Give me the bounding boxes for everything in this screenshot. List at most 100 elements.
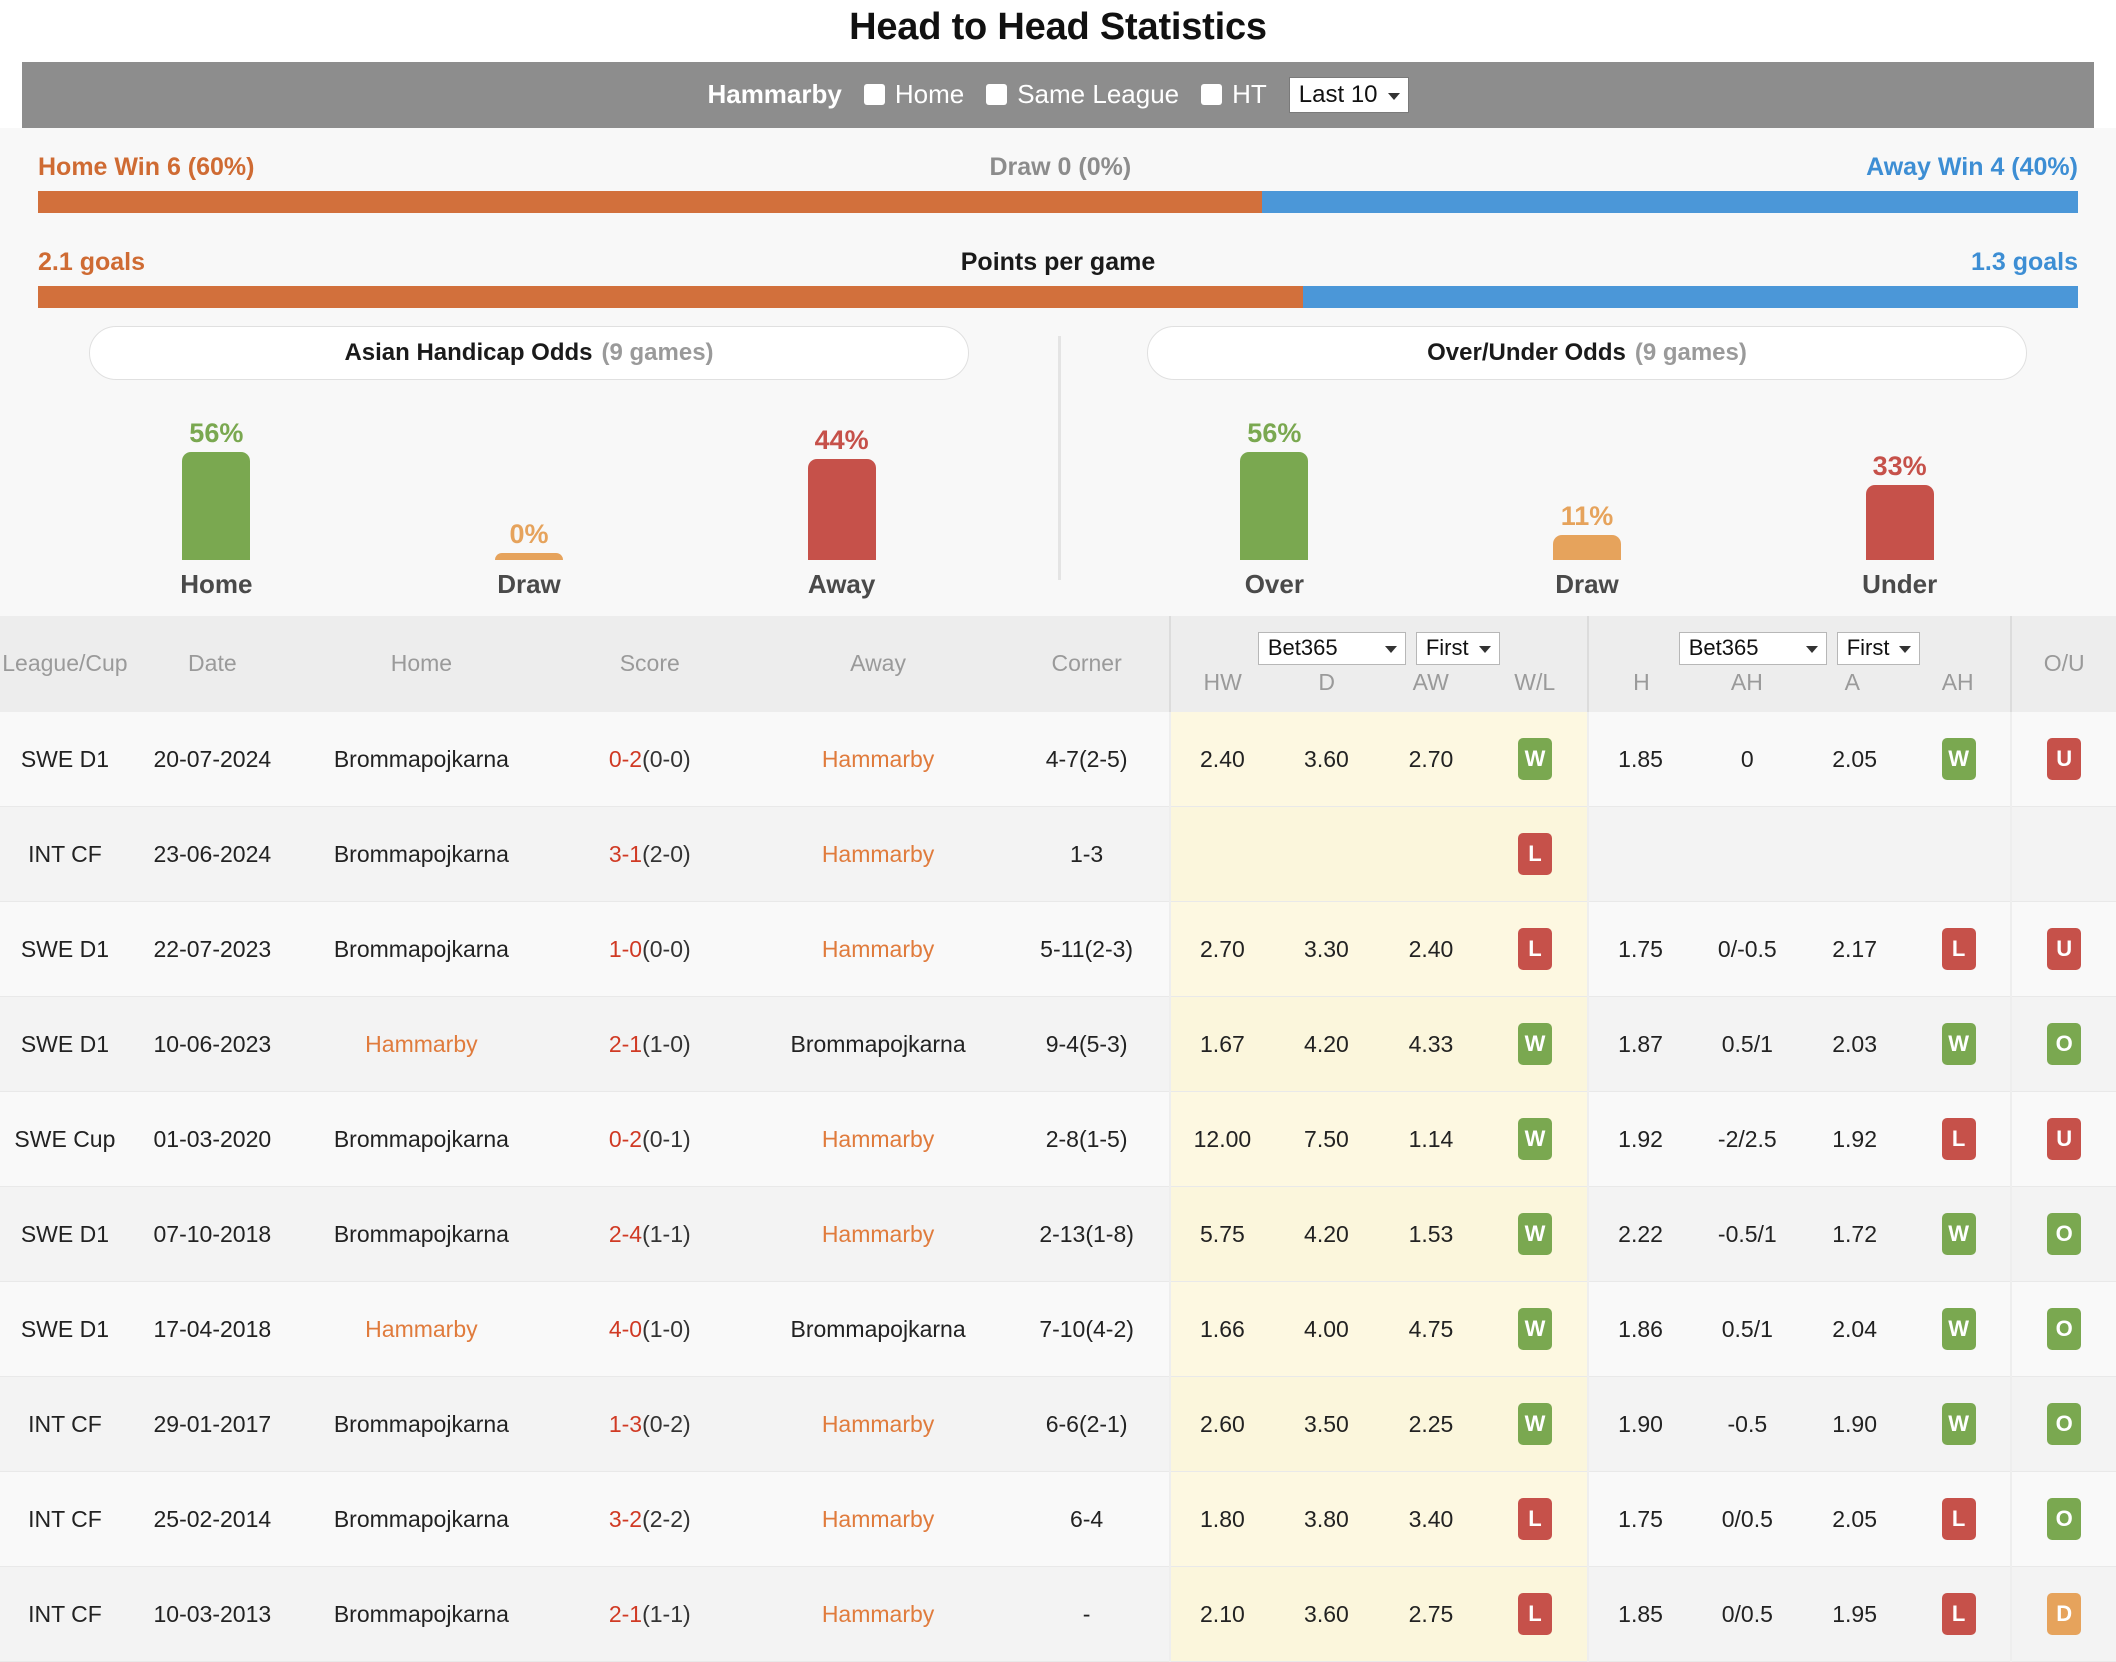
ah-bookmaker-select[interactable]: Bet365 (1678, 631, 1827, 666)
cell-corner: 9-4(5-3) (1004, 996, 1170, 1093)
filter-same-league-label: Same League (1017, 79, 1180, 110)
ah-timing-select[interactable]: First (1836, 631, 1921, 666)
away-team-name[interactable]: Brommapojkarna (790, 1031, 965, 1057)
header-home[interactable]: Home (294, 615, 548, 712)
cell-ou-result: O (2010, 1281, 2116, 1378)
cell-a: 2.05 (1802, 711, 1907, 808)
home-team-name[interactable]: Brommapojkarna (334, 1411, 509, 1437)
draw-label: Draw 0 (0%) (989, 152, 1132, 181)
cell-ou-result: U (2010, 711, 2116, 808)
table-row[interactable]: INT CF 25-02-2014 Brommapojkarna 3-2(2-2) Ha… (0, 1471, 2116, 1568)
away-team-name[interactable]: Hammarby (822, 936, 934, 962)
odds-timing-select[interactable]: First (1415, 631, 1500, 666)
cell-aw: 2.40 (1378, 901, 1484, 998)
checkbox-home-icon[interactable] (863, 84, 885, 106)
result-badge: O (2047, 1308, 2082, 1351)
header-date[interactable]: Date (129, 615, 295, 712)
home-team-name[interactable]: Brommapojkarna (334, 1126, 509, 1152)
away-team-name[interactable]: Hammarby (822, 746, 934, 772)
cell-h: 1.75 (1586, 901, 1693, 998)
table-row[interactable]: INT CF 29-01-2017 Brommapojkarna 1-3(0-2) Ha… (0, 1376, 2116, 1473)
cell-score: 3-2(2-2) (547, 1471, 752, 1568)
cell-date: 07-10-2018 (129, 1186, 295, 1283)
home-team-name[interactable]: Hammarby (365, 1316, 477, 1342)
cell-aw: 3.40 (1378, 1471, 1484, 1568)
home-team-name[interactable]: Hammarby (365, 1031, 477, 1057)
over-under-odds-button[interactable]: Over/Under Odds (9 games) (1147, 325, 2027, 380)
cell-h: 1.85 (1586, 711, 1693, 808)
table-row[interactable]: SWE D1 17-04-2018 Hammarby 4-0(1-0) Brommapo… (0, 1281, 2116, 1378)
score-halftime: (1-0) (642, 1030, 691, 1057)
away-team-name[interactable]: Hammarby (822, 1411, 934, 1437)
checkbox-same-league-icon[interactable] (986, 84, 1008, 106)
checkbox-ht-icon[interactable] (1201, 84, 1223, 106)
cell-away-team: Hammarby (751, 1186, 1005, 1283)
filter-home-label: Home (894, 79, 965, 110)
home-team-name[interactable]: Brommapojkarna (334, 936, 509, 962)
cell-a: 1.72 (1802, 1186, 1907, 1283)
win-bar-away-segment (1262, 190, 2078, 213)
table-row[interactable]: SWE D1 10-06-2023 Hammarby 2-1(1-0) Brommapo… (0, 996, 2116, 1093)
subheader-ah2: AH (1941, 669, 1974, 696)
header-league[interactable]: League/Cup (0, 615, 130, 712)
cell-a: 2.17 (1802, 901, 1907, 998)
cell-ah (1692, 806, 1803, 903)
cell-score: 2-4(1-1) (547, 1186, 752, 1283)
away-team-name[interactable]: Brommapojkarna (790, 1316, 965, 1342)
home-team-name[interactable]: Brommapojkarna (334, 746, 509, 772)
result-badge: W (1518, 1023, 1552, 1066)
away-team-name[interactable]: Hammarby (822, 1221, 934, 1247)
cell-ou-result: U (2010, 1091, 2116, 1188)
cell-ah: -0.5/1 (1692, 1186, 1803, 1283)
away-team-name[interactable]: Hammarby (822, 841, 934, 867)
cell-date: 10-03-2013 (129, 1566, 295, 1662)
table-row[interactable]: SWE D1 20-07-2024 Brommapojkarna 0-2(0-0) Ha… (0, 711, 2116, 808)
asian-handicap-odds-button[interactable]: Asian Handicap Odds (9 games) (89, 325, 969, 380)
chevron-down-icon (1384, 646, 1397, 654)
cell-wl: W (1483, 1281, 1588, 1378)
over-under-games-count: (9 games) (1634, 338, 1747, 366)
cell-corner: 2-8(1-5) (1004, 1091, 1170, 1188)
home-team-name[interactable]: Brommapojkarna (334, 841, 509, 867)
odds-bookmaker-select[interactable]: Bet365 (1257, 631, 1406, 666)
score-fulltime: 2-1 (608, 1030, 643, 1057)
away-team-name[interactable]: Hammarby (822, 1601, 934, 1627)
cell-a: 1.90 (1802, 1376, 1907, 1473)
header-score[interactable]: Score (547, 615, 752, 712)
score-halftime: (0-0) (642, 935, 691, 962)
home-team-name[interactable]: Brommapojkarna (334, 1601, 509, 1627)
table-row[interactable]: SWE Cup 01-03-2020 Brommapojkarna 0-2(0-1) H… (0, 1091, 2116, 1188)
bar-rect (494, 552, 563, 560)
bar-column-under: 33% Under (1745, 420, 2055, 600)
cell-ou-result: O (2010, 1186, 2116, 1283)
filter-same-league[interactable]: Same League (986, 79, 1179, 110)
cell-score: 1-0(0-0) (547, 901, 752, 998)
result-badge: L (1941, 1593, 1976, 1636)
result-badge: W (1518, 1403, 1552, 1446)
cell-home-team: Brommapojkarna (294, 806, 548, 903)
header-corner[interactable]: Corner (1004, 615, 1170, 712)
chevron-down-icon (1805, 646, 1818, 654)
result-badge: O (2047, 1213, 2082, 1256)
home-win-label: Home Win 6 (60%) (38, 152, 255, 181)
home-team-name[interactable]: Brommapojkarna (334, 1221, 509, 1247)
cell-score: 2-1(1-0) (547, 996, 752, 1093)
cell-ou-result: O (2010, 1376, 2116, 1473)
cell-a: 1.92 (1802, 1091, 1907, 1188)
cell-d: 3.50 (1274, 1376, 1379, 1473)
bar-value-label: 44% (814, 424, 869, 455)
away-team-name[interactable]: Hammarby (822, 1126, 934, 1152)
filter-home[interactable]: Home (863, 79, 965, 110)
table-row[interactable]: INT CF 23-06-2024 Brommapojkarna 3-1(2-0) Ha… (0, 806, 2116, 903)
cell-date: 22-07-2023 (129, 901, 295, 998)
table-row[interactable]: SWE D1 22-07-2023 Brommapojkarna 1-0(0-0) Ha… (0, 901, 2116, 998)
table-row[interactable]: INT CF 10-03-2013 Brommapojkarna 2-1(1-1) Ha… (0, 1566, 2116, 1662)
header-away[interactable]: Away (751, 615, 1005, 712)
range-select[interactable]: Last 10 (1288, 76, 1409, 114)
ah-bookmaker-value: Bet365 (1688, 634, 1759, 660)
cell-d: 3.80 (1274, 1471, 1379, 1568)
table-row[interactable]: SWE D1 07-10-2018 Brommapojkarna 2-4(1-1) Ha… (0, 1186, 2116, 1283)
cell-away-team: Brommapojkarna (751, 1281, 1005, 1378)
filter-ht[interactable]: HT (1201, 79, 1267, 110)
bar-category-label: Draw (497, 568, 561, 599)
